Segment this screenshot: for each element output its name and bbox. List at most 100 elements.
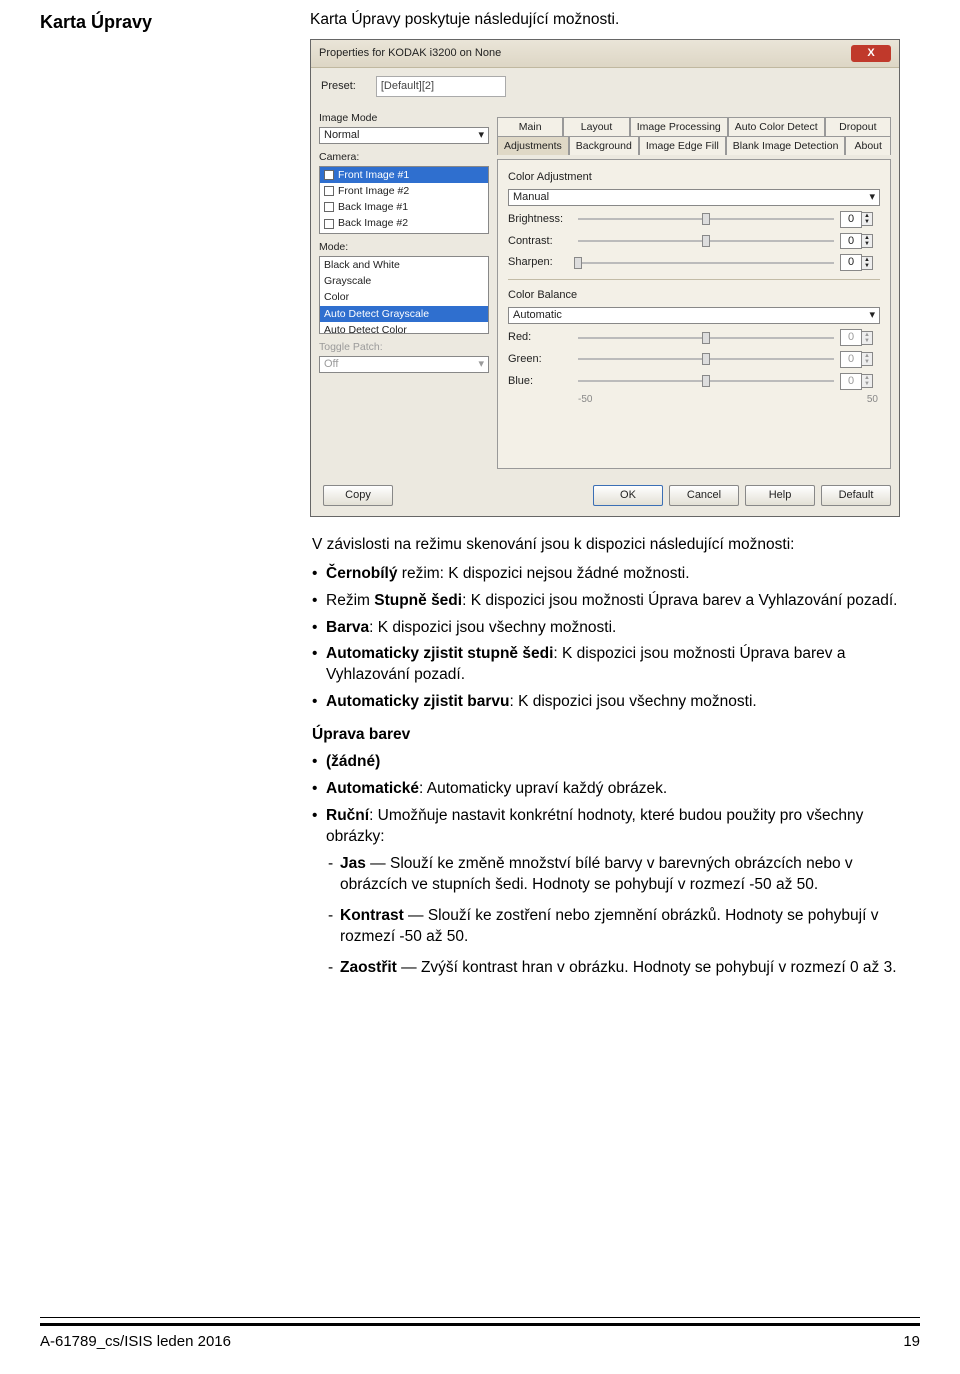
spinner-value: 0 <box>840 233 862 250</box>
tab-main[interactable]: Main <box>497 117 563 136</box>
page-number: 19 <box>903 1332 920 1352</box>
checkbox-icon <box>324 170 334 180</box>
list-item-label: Auto Detect Color <box>324 323 407 334</box>
dialog-title: Properties for KODAK i3200 on None <box>319 46 501 61</box>
slider-thumb-icon[interactable] <box>702 213 710 225</box>
tab-blank-image-detection[interactable]: Blank Image Detection <box>726 136 846 155</box>
arrow-down-icon[interactable]: ▼ <box>862 241 872 247</box>
camera-listbox[interactable]: Front Image #1 Front Image #2 Back Image… <box>319 166 489 234</box>
mode-name: Automaticky zjistit stupně šedi <box>326 645 553 662</box>
footer-rule-thin <box>40 1317 920 1318</box>
brightness-label: Brightness: <box>508 212 572 227</box>
arrow-down-icon[interactable]: ▼ <box>862 219 872 225</box>
subitem-name: Jas <box>340 855 366 872</box>
subitem-name: Kontrast <box>340 907 404 924</box>
spinner-value: 0 <box>840 351 862 368</box>
close-icon[interactable]: X <box>851 45 891 62</box>
tab-about[interactable]: About <box>845 136 891 155</box>
red-label: Red: <box>508 330 572 345</box>
color-adjustment-value: Manual <box>513 190 549 205</box>
item-name: (žádné) <box>326 753 380 770</box>
spinner-value: 0 <box>840 373 862 390</box>
mode-desc: režim: K dispozici nejsou žádné možnosti… <box>397 565 689 582</box>
list-item[interactable]: Auto Detect Color <box>320 322 488 334</box>
list-item[interactable]: Front Image #2 <box>320 183 488 199</box>
sharpen-slider[interactable] <box>578 262 834 264</box>
slider-thumb-icon <box>702 375 710 387</box>
list-item[interactable]: Front Image #1 <box>320 167 488 183</box>
sharpen-spinner[interactable]: 0▲▼ <box>840 254 880 271</box>
mode-name: Černobílý <box>326 565 397 582</box>
uprava-barev-heading: Úprava barev <box>312 725 924 746</box>
ok-button[interactable]: OK <box>593 485 663 506</box>
mode-listbox[interactable]: Black and White Grayscale Color Auto Det… <box>319 256 489 334</box>
arrow-down-icon: ▼ <box>862 338 872 344</box>
image-mode-combo[interactable]: Normal ▾ <box>319 127 489 144</box>
list-item: Zaostřit — Zvýší kontrast hran v obrázku… <box>326 958 924 979</box>
modes-list: Černobílý režim: K dispozici nejsou žádn… <box>312 564 924 714</box>
preset-field[interactable]: [Default][2] <box>376 76 506 97</box>
toggle-patch-value: Off <box>324 357 338 372</box>
subitem-name: Zaostřit <box>340 959 397 976</box>
list-item: Jas — Slouží ke změně množství bílé barv… <box>326 854 924 896</box>
item-desc: : Umožňuje nastavit konkrétní hodnoty, k… <box>326 807 863 845</box>
subitem-desc: — Slouží ke změně množství bílé barvy v … <box>340 855 853 893</box>
footer-doc-id: A-61789_cs/ISIS leden 2016 <box>40 1332 231 1352</box>
slider-thumb-icon <box>702 353 710 365</box>
red-spinner: 0▲▼ <box>840 329 880 346</box>
default-button[interactable]: Default <box>821 485 891 506</box>
checkbox-icon <box>324 186 334 196</box>
blue-spinner: 0▲▼ <box>840 373 880 390</box>
tab-image-processing[interactable]: Image Processing <box>630 117 728 136</box>
list-item: Automaticky zjistit stupně šedi: K dispo… <box>312 644 924 686</box>
list-item[interactable]: Black and White <box>320 257 488 273</box>
properties-dialog: Properties for KODAK i3200 on None X Pre… <box>310 39 900 517</box>
list-item: Ruční: Umožňuje nastavit konkrétní hodno… <box>312 806 924 978</box>
camera-label: Camera: <box>319 150 489 164</box>
list-item: Automatické: Automaticky upraví každý ob… <box>312 779 924 800</box>
list-item[interactable]: Back Image #2 <box>320 215 488 231</box>
list-item: (žádné) <box>312 752 924 773</box>
cancel-button[interactable]: Cancel <box>669 485 739 506</box>
tab-layout[interactable]: Layout <box>563 117 629 136</box>
color-balance-label: Color Balance <box>508 288 880 303</box>
section-heading: Karta Úpravy <box>40 10 270 34</box>
slider-thumb-icon[interactable] <box>702 235 710 247</box>
copy-button[interactable]: Copy <box>323 485 393 506</box>
axis-min: -50 <box>578 393 592 407</box>
mode-desc: : K dispozici jsou možnosti Úprava barev… <box>462 592 897 609</box>
tab-adjustments[interactable]: Adjustments <box>497 136 569 155</box>
axis-max: 50 <box>867 393 878 407</box>
color-balance-combo[interactable]: Automatic ▾ <box>508 307 880 324</box>
tab-background[interactable]: Background <box>569 136 639 155</box>
contrast-slider[interactable] <box>578 240 834 242</box>
list-item[interactable]: Grayscale <box>320 273 488 289</box>
tab-dropout[interactable]: Dropout <box>825 117 891 136</box>
subitem-desc: — Slouží ke zostření nebo zjemnění obráz… <box>340 907 878 945</box>
list-item[interactable]: Color <box>320 289 488 305</box>
chevron-down-icon: ▾ <box>869 308 875 323</box>
spinner-value: 0 <box>840 254 862 271</box>
list-item[interactable]: Auto Detect Grayscale <box>320 306 488 322</box>
item-name: Ruční <box>326 807 369 824</box>
spinner-value: 0 <box>840 329 862 346</box>
checkbox-icon <box>324 219 334 229</box>
arrow-down-icon: ▼ <box>862 359 872 365</box>
brightness-spinner[interactable]: 0▲▼ <box>840 211 880 228</box>
list-item: Automaticky zjistit barvu: K dispozici j… <box>312 692 924 713</box>
arrow-down-icon[interactable]: ▼ <box>862 263 872 269</box>
list-item: Černobílý režim: K dispozici nejsou žádn… <box>312 564 924 585</box>
contrast-spinner[interactable]: 0▲▼ <box>840 233 880 250</box>
slider-thumb-icon[interactable] <box>574 257 582 269</box>
tab-auto-color-detect[interactable]: Auto Color Detect <box>728 117 825 136</box>
tab-image-edge-fill[interactable]: Image Edge Fill <box>639 136 726 155</box>
list-item-label: Front Image #1 <box>338 168 409 182</box>
color-adjustment-combo[interactable]: Manual ▾ <box>508 189 880 206</box>
brightness-slider[interactable] <box>578 218 834 220</box>
list-item[interactable]: Back Image #1 <box>320 199 488 215</box>
list-item-label: Auto Detect Grayscale <box>324 307 429 321</box>
image-mode-value: Normal <box>324 128 359 143</box>
contrast-label: Contrast: <box>508 234 572 249</box>
help-button[interactable]: Help <box>745 485 815 506</box>
chevron-down-icon: ▾ <box>478 128 484 143</box>
